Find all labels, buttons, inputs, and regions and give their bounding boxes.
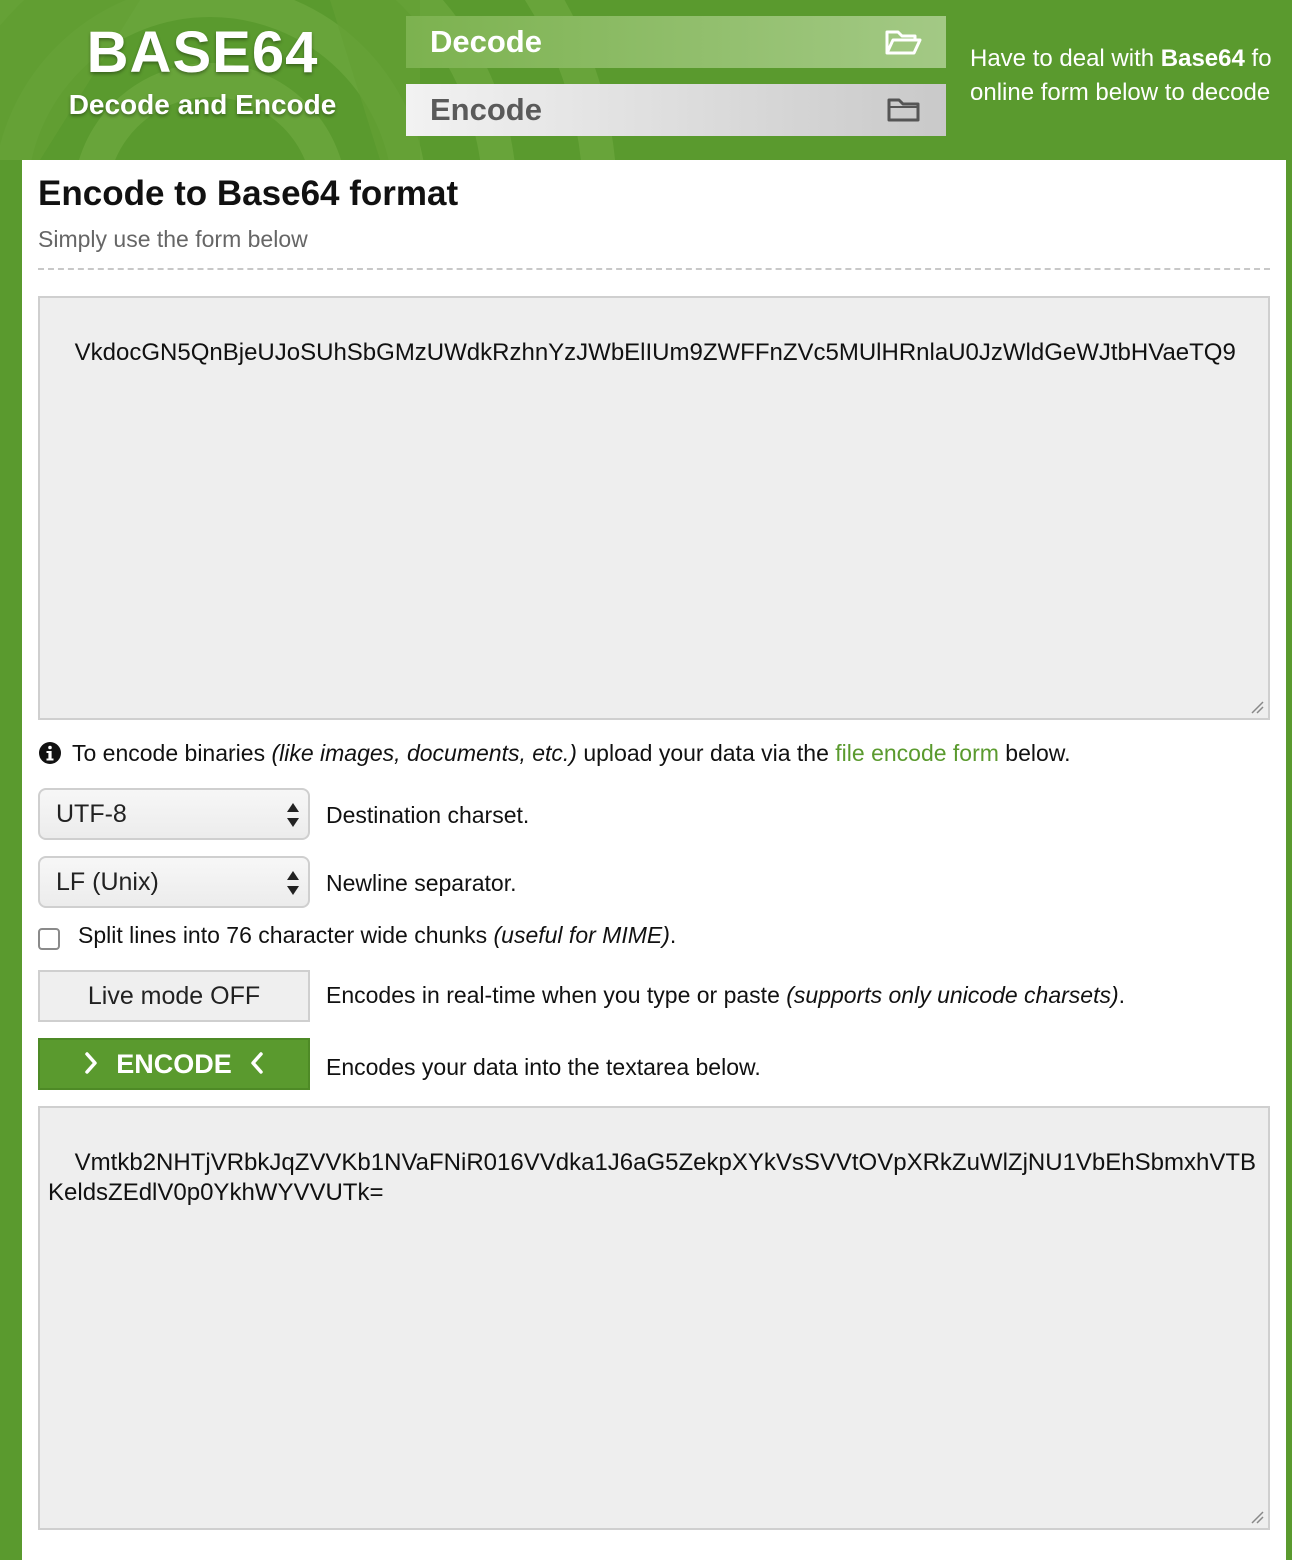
live-mode-description: Encodes in real-time when you type or pa… [326,982,1125,1009]
logo-subtitle: Decode and Encode [68,89,337,120]
info-text-3: below. [998,740,1071,766]
divider [38,268,1270,270]
encode-description: Encodes your data into the textarea belo… [326,1054,761,1080]
split-text: Split lines into 76 character wide chunk… [78,922,494,948]
binary-info: To encode binaries (like images, documen… [38,740,1071,767]
tagline-prefix: Have to deal with [970,45,1161,72]
header-tagline: Have to deal with Base64 fo online form … [970,42,1292,110]
chevron-right-icon [84,1052,97,1074]
newline-value: LF (Unix) [56,868,159,896]
newline-select[interactable]: LF (Unix) [38,856,310,908]
nav-decode-label: Decode [430,24,542,59]
live-suffix: . [1118,982,1126,1008]
folder-icon [887,98,920,122]
charset-label: Destination charset. [326,802,530,828]
tagline-line2: online form below to decode [970,79,1271,106]
main-panel: Encode to Base64 format Simply use the f… [22,160,1286,1560]
newline-label: Newline separator. [326,870,517,896]
nav-decode-button[interactable]: Decode [406,16,946,68]
split-suffix: . [669,922,677,948]
encode-button[interactable]: ENCODE [38,1038,310,1090]
resize-grip-icon[interactable] [1250,700,1264,714]
live-mode-button[interactable]: Live mode OFF [38,970,310,1022]
charset-select[interactable]: UTF-8 [38,788,310,840]
tagline-suffix: fo [1244,45,1272,72]
up-down-arrows-icon [287,803,299,827]
info-text-2: upload your data via the [576,740,836,766]
live-italic: (supports only unicode charsets) [786,982,1119,1008]
info-text-1: To encode binaries [72,740,272,766]
page-subtitle: Simply use the form below [38,226,308,252]
info-circle-icon [39,742,61,764]
tagline-bold: Base64 [1160,45,1245,72]
site-logo[interactable]: BASE64 Decode and Encode [0,22,405,122]
logo-title: BASE64 [86,20,319,85]
folder-open-icon [885,30,922,55]
up-down-arrows-icon [287,871,299,895]
nav-encode-button[interactable]: Encode [406,84,946,136]
page-title: Encode to Base64 format [38,174,459,213]
nav-encode-label: Encode [430,92,542,127]
input-textarea[interactable]: VkdocGN5QnBjeUJoSUhSbGMzUWdkRzhnYzJWbElI… [38,296,1270,720]
chevron-left-icon [251,1052,264,1074]
charset-value: UTF-8 [56,800,127,828]
output-textarea[interactable]: Vmtkb2NHTjVRbkJqZVVKb1NVaFNiR016VVdka1J6… [38,1106,1270,1530]
info-italic: (like images, documents, etc.) [271,740,577,766]
live-text: Encodes in real-time when you type or pa… [326,982,787,1008]
split-lines-checkbox[interactable] [38,928,60,950]
encode-label: ENCODE [116,1049,232,1079]
split-lines-label: Split lines into 76 character wide chunk… [78,922,676,949]
file-encode-link[interactable]: file encode form [835,740,999,766]
split-italic: (useful for MIME) [493,922,670,948]
input-text: VkdocGN5QnBjeUJoSUhSbGMzUWdkRzhnYzJWbElI… [74,339,1236,366]
output-text: Vmtkb2NHTjVRbkJqZVVKb1NVaFNiR016VVdka1J6… [48,1149,1256,1206]
resize-grip-icon[interactable] [1250,1510,1264,1524]
site-header: BASE64 Decode and Encode Decode Encode H… [0,0,1292,160]
